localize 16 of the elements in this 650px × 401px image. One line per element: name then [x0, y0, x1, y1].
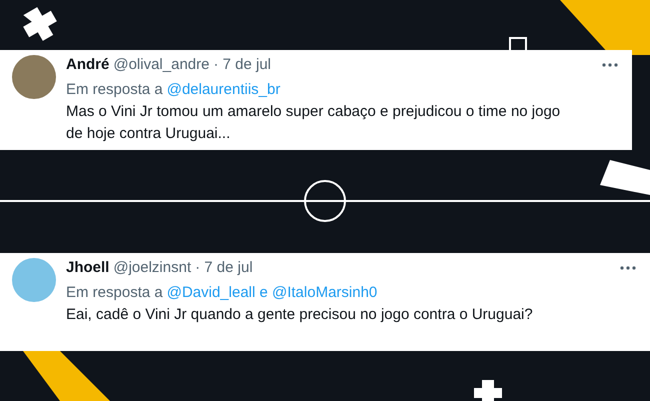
- user-handle[interactable]: @olival_andre: [113, 54, 210, 76]
- more-icon[interactable]: [602, 63, 618, 67]
- user-handle[interactable]: @joelzinsnt: [113, 257, 192, 279]
- tweet-text: Eai, cadê o Vini Jr quando a gente precisou no jogo contra o Uruguai?: [66, 305, 534, 325]
- avatar[interactable]: [12, 55, 56, 99]
- bar-shape: [600, 160, 650, 195]
- user-name[interactable]: André: [66, 54, 110, 76]
- cross-shape: [23, 7, 57, 41]
- user-name[interactable]: Jhoell: [66, 257, 110, 279]
- tweet-date[interactable]: · 7 de jul: [213, 54, 272, 76]
- reply-label: Em resposta a: [66, 80, 163, 100]
- reply-label: Em resposta a: [66, 283, 163, 303]
- more-icon[interactable]: [620, 266, 636, 270]
- cross-shape: [474, 380, 502, 401]
- tweet-text: Mas o Vini Jr tomou um amarelo super cabaço e prejudicou o time no jogo de hoje contra Uruguai...: [66, 102, 562, 144]
- tweet-date[interactable]: · 7 de jul: [195, 257, 253, 279]
